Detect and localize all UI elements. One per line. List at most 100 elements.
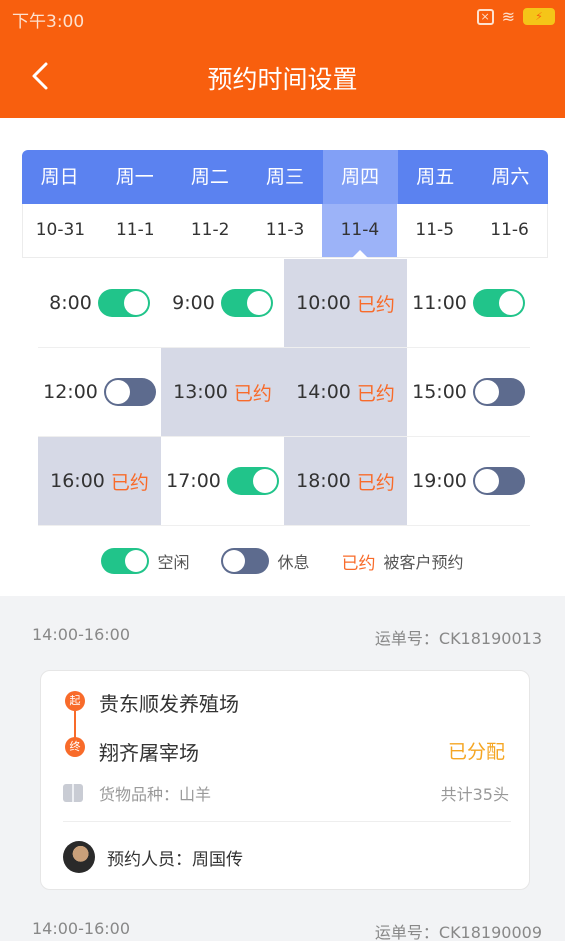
week-selector: 周日 周一 周二 周三 周四 周五 周六 10-31 11-1 11-2 11-… bbox=[22, 150, 548, 258]
slot-time: 12:00 bbox=[43, 381, 98, 403]
cargo-box-icon bbox=[63, 784, 83, 802]
toggle-knob bbox=[474, 469, 499, 493]
goods-type: 货物品种：山羊 bbox=[99, 785, 212, 804]
weekday-tab[interactable]: 周五 bbox=[398, 150, 473, 204]
divider bbox=[63, 821, 511, 822]
date-tab[interactable]: 11-4 bbox=[322, 204, 398, 258]
toggle-knob bbox=[474, 380, 499, 404]
date-tab[interactable]: 11-3 bbox=[248, 204, 323, 257]
legend-free: 空闲 bbox=[101, 548, 189, 574]
weekday-tab[interactable]: 周日 bbox=[22, 150, 97, 204]
date-tab[interactable]: 11-6 bbox=[472, 204, 547, 257]
slot-toggle[interactable] bbox=[97, 289, 150, 317]
slot-time: 13:00 bbox=[173, 381, 228, 403]
slot-toggle[interactable] bbox=[472, 289, 525, 317]
slot-toggle[interactable] bbox=[472, 378, 525, 406]
slot-toggle[interactable] bbox=[472, 467, 525, 495]
waybill-number: 运单号：CK18190009 bbox=[374, 923, 542, 941]
time-slot: 11:00 bbox=[407, 259, 530, 348]
slot-time: 9:00 bbox=[172, 292, 215, 314]
status-time: 下午3:00 bbox=[12, 12, 85, 32]
toggle-knob bbox=[252, 469, 277, 493]
weekday-tab[interactable]: 周一 bbox=[97, 150, 172, 204]
slot-time: 11:00 bbox=[412, 292, 467, 314]
order-time-range: 14:00-16:00 bbox=[32, 919, 130, 938]
order-time-range: 14:00-16:00 bbox=[32, 625, 130, 644]
toggle-knob bbox=[105, 380, 130, 404]
time-slot: 13:00 已约 bbox=[161, 348, 284, 437]
slot-time: 17:00 bbox=[166, 470, 221, 492]
time-slot: 15:00 bbox=[407, 348, 530, 437]
date-tab[interactable]: 11-5 bbox=[397, 204, 472, 257]
battery-charging-icon: ⚡ bbox=[523, 8, 555, 25]
slot-time: 14:00 bbox=[296, 381, 351, 403]
order-header: 14:00-16:00 运单号：CK18190013 bbox=[32, 625, 542, 649]
status-bar: 下午3:00 × ≋ ⚡ bbox=[0, 0, 565, 36]
date-tab[interactable]: 11-2 bbox=[173, 204, 248, 257]
toggle-knob bbox=[123, 291, 148, 315]
status-icons: × ≋ ⚡ bbox=[476, 7, 555, 26]
legend-booked: 已约 被客户预约 bbox=[342, 549, 464, 574]
slot-time: 15:00 bbox=[412, 381, 467, 403]
weekday-tab[interactable]: 周二 bbox=[172, 150, 247, 204]
booked-label: 已约 bbox=[356, 382, 395, 405]
slot-toggle[interactable] bbox=[220, 289, 273, 317]
toggle-off-icon bbox=[221, 548, 270, 574]
booker-name: 预约人员：周国传 bbox=[107, 849, 243, 870]
time-slot-grid: 8:00 9:00 10:00 已约 11:00 12:00 13:00 已约 … bbox=[38, 259, 530, 526]
booked-label: 已约 bbox=[233, 382, 272, 405]
date-row: 10-31 11-1 11-2 11-3 11-4 11-5 11-6 bbox=[22, 204, 548, 258]
date-tab[interactable]: 10-31 bbox=[23, 204, 98, 257]
legend-booked-mark: 已约 bbox=[341, 553, 376, 574]
time-slot: 18:00 已约 bbox=[284, 437, 407, 526]
goods-total: 共计35头 bbox=[440, 785, 509, 804]
legend-booked-label: 被客户预约 bbox=[383, 553, 464, 572]
toggle-knob bbox=[246, 291, 271, 315]
notification-off-icon: × bbox=[476, 8, 494, 25]
time-slot: 8:00 bbox=[38, 259, 161, 348]
order-header: 14:00-16:00 运单号：CK18190009 bbox=[32, 919, 542, 941]
booked-label: 已约 bbox=[356, 471, 395, 494]
legend-free-label: 空闲 bbox=[157, 553, 190, 572]
slot-toggle[interactable] bbox=[103, 378, 156, 406]
booked-label: 已约 bbox=[356, 293, 395, 316]
legend-rest-label: 休息 bbox=[277, 553, 310, 572]
goods-row: 货物品种：山羊 共计35头 bbox=[63, 781, 509, 805]
weekday-tab[interactable]: 周三 bbox=[247, 150, 322, 204]
time-slot: 17:00 bbox=[161, 437, 284, 526]
toggle-knob bbox=[125, 550, 148, 572]
wifi-icon: ≋ bbox=[501, 7, 515, 26]
weekday-tab[interactable]: 周六 bbox=[473, 150, 548, 204]
slot-toggle[interactable] bbox=[226, 467, 279, 495]
end-marker-icon: 终 bbox=[65, 737, 85, 757]
time-slot: 12:00 bbox=[38, 348, 161, 437]
time-slot: 9:00 bbox=[161, 259, 284, 348]
legend-rest: 休息 bbox=[221, 548, 310, 574]
slot-time: 16:00 bbox=[50, 470, 105, 492]
date-tab[interactable]: 11-1 bbox=[98, 204, 173, 257]
legend: 空闲 休息 已约 被客户预约 bbox=[0, 548, 565, 574]
time-slot: 14:00 已约 bbox=[284, 348, 407, 437]
time-slot: 10:00 已约 bbox=[284, 259, 407, 348]
slot-time: 8:00 bbox=[49, 292, 92, 314]
toggle-knob bbox=[223, 550, 246, 572]
slot-time: 19:00 bbox=[412, 470, 467, 492]
toggle-knob bbox=[498, 291, 523, 315]
destination-name: 翔齐屠宰场 bbox=[99, 741, 199, 765]
weekday-tab[interactable]: 周四 bbox=[322, 150, 398, 204]
time-slot: 19:00 bbox=[407, 437, 530, 526]
page-title: 预约时间设置 bbox=[207, 65, 358, 94]
slot-time: 10:00 bbox=[296, 292, 351, 314]
route-line bbox=[74, 711, 76, 739]
order-card[interactable]: 起 终 贵东顺发养殖场 翔齐屠宰场 已分配 货物品种：山羊 共计35头 预约人员… bbox=[40, 670, 530, 890]
waybill-number: 运单号：CK18190013 bbox=[374, 629, 542, 648]
status-badge: 已分配 bbox=[447, 741, 505, 763]
booker-row: 预约人员：周国传 bbox=[63, 841, 243, 873]
slot-time: 18:00 bbox=[296, 470, 351, 492]
start-marker-icon: 起 bbox=[65, 691, 85, 711]
time-slot: 16:00 已约 bbox=[38, 437, 161, 526]
origin-name: 贵东顺发养殖场 bbox=[99, 692, 239, 716]
weekday-row: 周日 周一 周二 周三 周四 周五 周六 bbox=[22, 150, 548, 204]
nav-bar: 预约时间设置 bbox=[0, 36, 565, 118]
booked-label: 已约 bbox=[110, 471, 149, 494]
